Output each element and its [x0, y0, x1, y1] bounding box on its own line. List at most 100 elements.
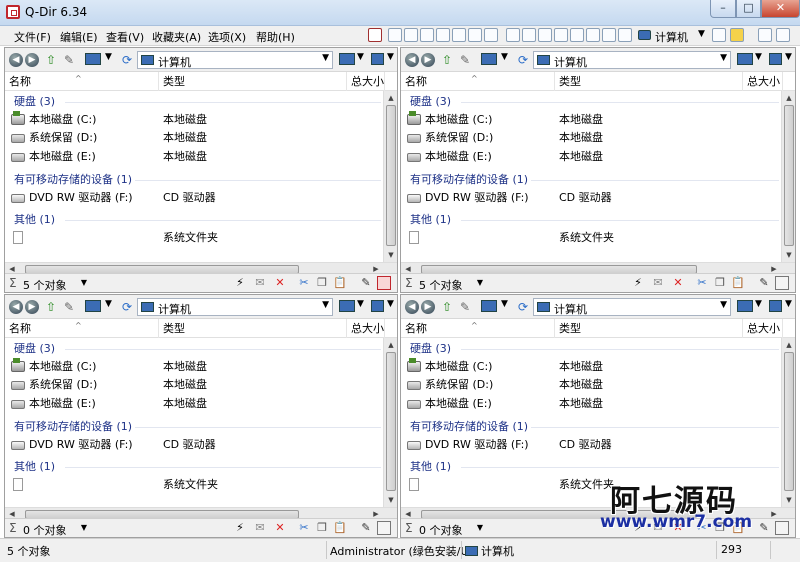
refresh-icon[interactable]: ⟳ [515, 299, 531, 315]
list-item[interactable]: 本地磁盘 (C:) 本地磁盘 [11, 111, 381, 129]
refresh-icon[interactable]: ⟳ [515, 52, 531, 68]
display-icon[interactable] [339, 300, 355, 312]
menu-help[interactable]: 帮助(H) [256, 29, 295, 45]
address-bar[interactable]: 计算机 ▼ [533, 298, 731, 316]
up-folder-icon[interactable]: ⇧ [439, 52, 455, 68]
column-type-header[interactable]: 类型 [159, 72, 347, 91]
address-text[interactable]: 计算机 [554, 54, 587, 70]
pane-object-count[interactable]: 5 个对象 [23, 277, 67, 293]
menu-edit[interactable]: 编辑(E) [60, 29, 98, 45]
scroll-down-icon[interactable]: ▼ [384, 493, 398, 507]
display-icon[interactable] [339, 53, 355, 65]
view-dropdown-arrow-icon[interactable]: ▼ [501, 299, 508, 309]
layout-horizontal-icon[interactable] [404, 28, 418, 42]
address-dropdown-icon[interactable]: ▼ [720, 53, 727, 63]
pane-active-indicator-icon[interactable] [377, 521, 391, 535]
list-item[interactable]: 本地磁盘 (E:) 本地磁盘 [407, 395, 779, 413]
column-size-header[interactable]: 总大小 [347, 72, 385, 91]
group-header[interactable]: 其他 (1) [410, 212, 451, 228]
display-dropdown-arrow-icon[interactable]: ▼ [755, 52, 762, 62]
edit-icon[interactable]: ✎ [757, 276, 771, 290]
forward-icon[interactable]: ▶ [421, 300, 435, 314]
view-mode-icon[interactable] [481, 53, 497, 65]
tile-7-icon[interactable] [602, 28, 616, 42]
column-name-header[interactable]: 名称 ^ [401, 319, 555, 338]
tile-4-icon[interactable] [554, 28, 568, 42]
tile-6-icon[interactable] [586, 28, 600, 42]
list-item[interactable]: 系统保留 (D:) 本地磁盘 [407, 376, 779, 394]
back-icon[interactable]: ◀ [9, 53, 23, 67]
pencil-icon[interactable]: ✎ [457, 52, 473, 68]
refresh-icon[interactable]: ⟳ [119, 52, 135, 68]
scroll-up-icon[interactable]: ▲ [782, 338, 796, 352]
network-dropdown-arrow-icon[interactable]: ▼ [387, 299, 394, 309]
view-mode-icon[interactable] [85, 300, 101, 312]
up-folder-icon[interactable]: ⇧ [43, 299, 59, 315]
mail-icon[interactable]: ✉ [253, 521, 267, 535]
network-dropdown-arrow-icon[interactable]: ▼ [387, 52, 394, 62]
edit-icon[interactable]: ✎ [359, 521, 373, 535]
view-mode-icon[interactable] [85, 53, 101, 65]
group-header[interactable]: 其他 (1) [14, 459, 55, 475]
group-header[interactable]: 有可移动存储的设备 (1) [410, 172, 528, 188]
column-name-header[interactable]: 名称 ^ [5, 319, 159, 338]
scroll-up-icon[interactable]: ▲ [782, 91, 796, 105]
list-item[interactable]: 系统保留 (D:) 本地磁盘 [407, 129, 779, 147]
address-dropdown-icon[interactable]: ▼ [322, 53, 329, 63]
up-folder-icon[interactable]: ⇧ [43, 52, 59, 68]
paste-icon[interactable]: 📋 [333, 276, 347, 290]
layout-4pane-icon[interactable] [484, 28, 498, 42]
group-header[interactable]: 硬盘 (3) [14, 341, 55, 357]
network-icon[interactable] [371, 53, 384, 65]
layout-3pane-icon[interactable] [420, 28, 434, 42]
count-dropdown-arrow-icon[interactable]: ▼ [473, 521, 487, 535]
list-item[interactable]: 本地磁盘 (E:) 本地磁盘 [11, 148, 381, 166]
cut-icon[interactable]: ✂ [297, 521, 311, 535]
view-dropdown-arrow-icon[interactable]: ▼ [501, 52, 508, 62]
delete-icon[interactable]: ✕ [273, 276, 287, 290]
pencil-icon[interactable]: ✎ [457, 299, 473, 315]
menu-view[interactable]: 查看(V) [106, 29, 144, 45]
scroll-thumb[interactable] [386, 105, 396, 246]
list-item[interactable]: 本地磁盘 (E:) 本地磁盘 [11, 395, 381, 413]
column-name-header[interactable]: 名称 ^ [5, 72, 159, 91]
paste-icon[interactable]: 📋 [731, 276, 745, 290]
scroll-up-icon[interactable]: ▲ [384, 338, 398, 352]
copy-icon[interactable]: ❐ [315, 276, 329, 290]
pencil-icon[interactable]: ✎ [61, 299, 77, 315]
lightning-icon[interactable]: ⚡ [233, 276, 247, 290]
lightning-icon[interactable]: ⚡ [631, 276, 645, 290]
refresh-icon[interactable]: ⟳ [119, 299, 135, 315]
network-dropdown-arrow-icon[interactable]: ▼ [785, 52, 792, 62]
address-bar[interactable]: 计算机 ▼ [137, 298, 333, 316]
tile-5-icon[interactable] [570, 28, 584, 42]
view-dropdown-arrow-icon[interactable]: ▼ [105, 52, 112, 62]
tile-3-icon[interactable] [538, 28, 552, 42]
pencil-icon[interactable]: ✎ [61, 52, 77, 68]
list-item[interactable]: 系统文件夹 [11, 476, 381, 494]
network-dropdown-arrow-icon[interactable]: ▼ [785, 299, 792, 309]
list-item[interactable]: 本地磁盘 (C:) 本地磁盘 [407, 358, 779, 376]
group-header[interactable]: 有可移动存储的设备 (1) [14, 419, 132, 435]
back-icon[interactable]: ◀ [405, 300, 419, 314]
list-item[interactable]: 本地磁盘 (C:) 本地磁盘 [11, 358, 381, 376]
edit-icon[interactable]: ✎ [359, 276, 373, 290]
column-type-header[interactable]: 类型 [159, 319, 347, 338]
copy-icon[interactable]: ❐ [315, 521, 329, 535]
display-dropdown-arrow-icon[interactable]: ▼ [755, 299, 762, 309]
scroll-thumb[interactable] [784, 352, 794, 491]
address-dropdown-icon[interactable]: ▼ [720, 300, 727, 310]
mail-icon[interactable]: ✉ [651, 276, 665, 290]
network-icon[interactable] [769, 300, 782, 312]
copy-icon[interactable] [712, 28, 726, 42]
cut-icon[interactable]: ✂ [695, 276, 709, 290]
list-item[interactable]: DVD RW 驱动器 (F:) CD 驱动器 [407, 189, 779, 207]
vertical-scrollbar[interactable]: ▲ ▼ [383, 338, 397, 507]
network-icon[interactable] [769, 53, 782, 65]
computer-dropdown-arrow-icon[interactable]: ▼ [698, 29, 705, 39]
vertical-scrollbar[interactable]: ▲ ▼ [383, 91, 397, 262]
count-dropdown-arrow-icon[interactable]: ▼ [77, 276, 91, 290]
delete-icon[interactable]: ✕ [671, 276, 685, 290]
lightning-icon[interactable]: ⚡ [233, 521, 247, 535]
minimize-button[interactable]: – [710, 0, 736, 18]
